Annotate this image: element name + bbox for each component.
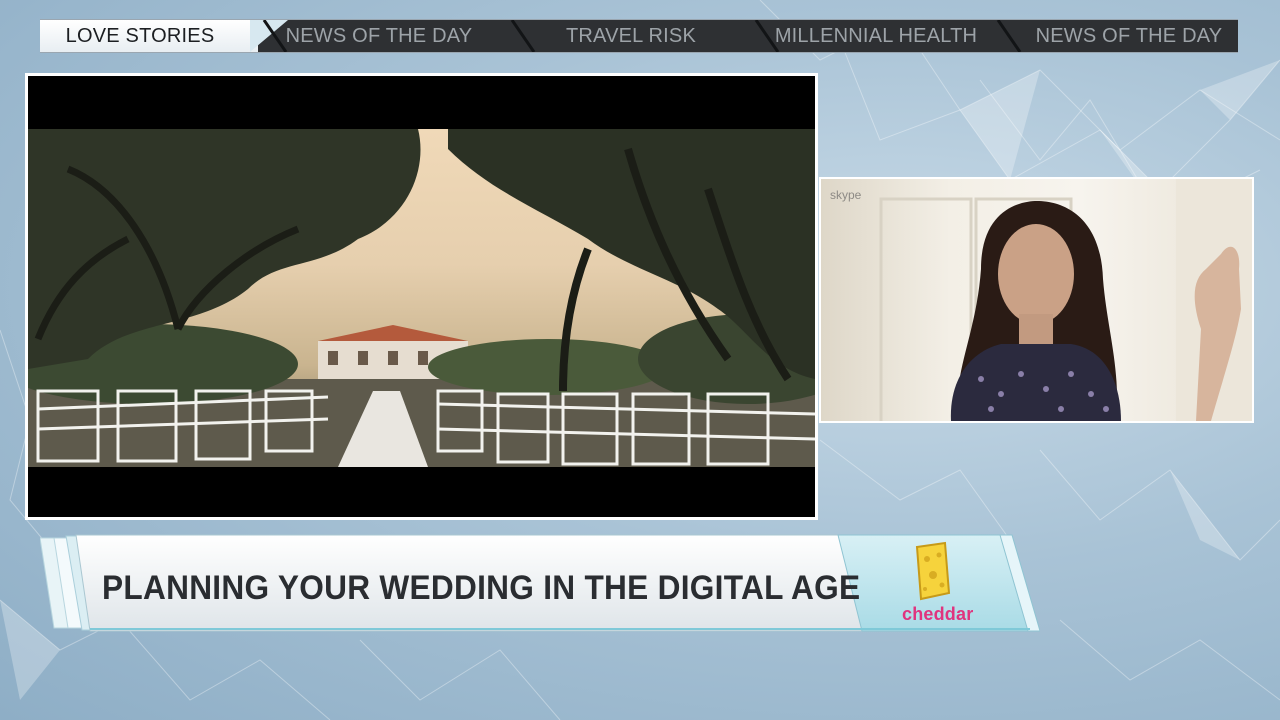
tab-news-of-the-day[interactable]: NEWS OF THE DAY [276,20,482,52]
tab-separator [996,20,1022,52]
ticker-nav: LOVE STORIES NEWS OF THE DAY TRAVEL RISK… [40,19,1238,53]
main-video[interactable] [28,76,815,517]
tab-travel-risk[interactable]: TRAVEL RISK [534,20,728,52]
cheddar-logo-text: cheddar [902,604,974,624]
main-video-frame [25,73,818,520]
skype-logo: skype [830,188,862,202]
tab-news-of-the-day-2[interactable]: NEWS OF THE DAY [1022,20,1236,52]
wedding-scene-illustration [28,129,815,467]
skype-video[interactable]: skype [821,179,1252,421]
lower-third-headline: PLANNING YOUR WEDDING IN THE DIGITAL AGE [102,569,861,607]
guest-person-illustration [879,179,1252,421]
tab-separator [510,20,536,52]
tab-love-stories[interactable]: LOVE STORIES [40,20,240,52]
wedding-scene-image [28,129,815,467]
skype-video-frame: skype [819,177,1254,423]
tab-millennial-health[interactable]: MILLENNIAL HEALTH [774,20,978,52]
cheddar-cheese-icon [915,541,951,601]
